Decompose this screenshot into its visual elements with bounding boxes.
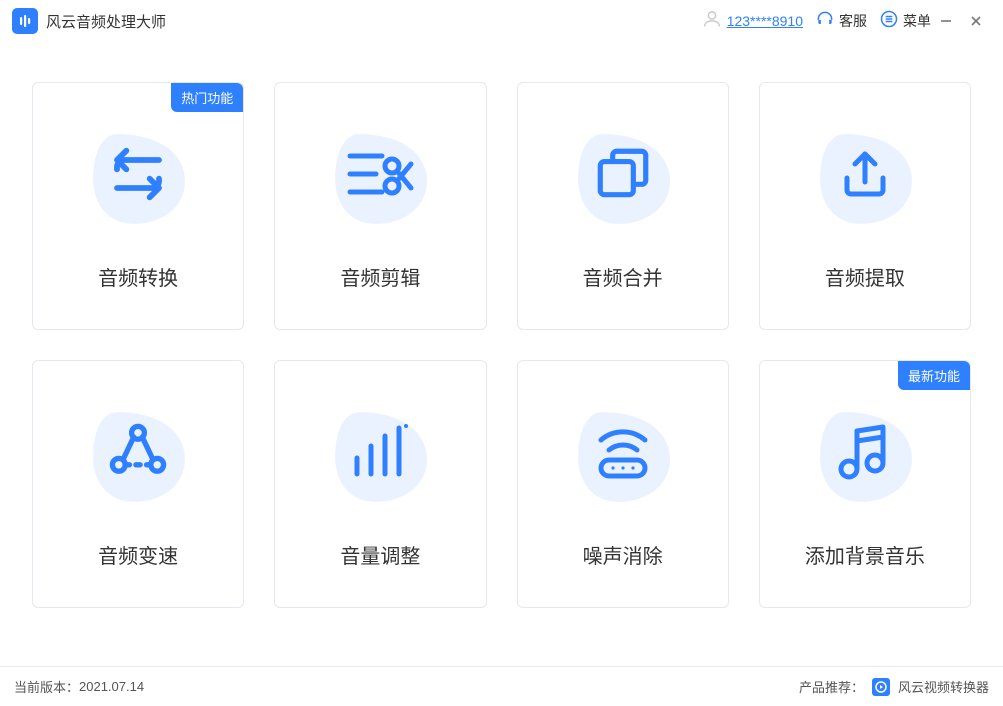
card-audio-merge[interactable]: 音频合并 xyxy=(517,82,729,330)
music-note-icon xyxy=(835,421,895,488)
card-title: 音频剪辑 xyxy=(340,262,420,291)
menu-list-icon xyxy=(879,9,899,34)
app-logo-icon xyxy=(12,8,38,34)
card-add-bgm[interactable]: 最新功能 添加背景音乐 xyxy=(759,360,971,608)
version-value: 2021.07.14 xyxy=(79,679,144,694)
user-account-link[interactable]: 123****8910 xyxy=(701,8,803,35)
user-account-label: 123****8910 xyxy=(727,13,803,29)
customer-service-label: 客服 xyxy=(839,11,867,31)
recommend-product-link[interactable]: 风云视频转换器 xyxy=(898,677,989,696)
card-title: 添加背景音乐 xyxy=(805,540,925,569)
recommend-product-icon xyxy=(872,678,890,696)
menu-button[interactable]: 菜单 xyxy=(879,9,931,34)
app-title: 风云音频处理大师 xyxy=(46,11,166,32)
card-title: 音频转换 xyxy=(98,262,178,291)
merge-copy-icon xyxy=(592,143,654,210)
menu-label: 菜单 xyxy=(903,11,931,31)
card-audio-extract[interactable]: 音频提取 xyxy=(759,82,971,330)
headset-icon xyxy=(815,9,835,34)
card-title: 音量调整 xyxy=(340,540,420,569)
card-title: 音频变速 xyxy=(98,540,178,569)
close-button[interactable] xyxy=(961,6,991,36)
card-audio-speed[interactable]: 音频变速 xyxy=(32,360,244,608)
version-label: 当前版本： xyxy=(14,677,79,696)
hot-ribbon: 热门功能 xyxy=(171,83,243,112)
customer-service-button[interactable]: 客服 xyxy=(815,9,867,34)
convert-arrows-icon xyxy=(103,139,173,214)
title-bar: 风云音频处理大师 123****8910 客服 菜单 xyxy=(0,0,1003,42)
main-content: 热门功能 音频转换 音频剪辑 xyxy=(0,42,1003,666)
extract-upload-icon xyxy=(835,144,895,209)
card-title: 噪声消除 xyxy=(583,540,663,569)
card-title: 音频提取 xyxy=(825,262,905,291)
new-ribbon: 最新功能 xyxy=(898,361,970,390)
recommend-label: 产品推荐： xyxy=(799,677,864,696)
card-volume-adjust[interactable]: 音量调整 xyxy=(274,360,486,608)
speed-nodes-icon xyxy=(106,420,170,489)
noise-wifi-icon xyxy=(591,422,655,487)
card-noise-remove[interactable]: 噪声消除 xyxy=(517,360,729,608)
avatar-icon xyxy=(701,8,723,35)
cut-scissors-icon xyxy=(344,141,416,212)
card-audio-convert[interactable]: 热门功能 音频转换 xyxy=(32,82,244,330)
card-title: 音频合并 xyxy=(583,262,663,291)
volume-bars-icon xyxy=(349,424,411,485)
card-audio-cut[interactable]: 音频剪辑 xyxy=(274,82,486,330)
minimize-button[interactable] xyxy=(931,6,961,36)
footer-bar: 当前版本： 2021.07.14 产品推荐： 风云视频转换器 xyxy=(0,666,1003,706)
